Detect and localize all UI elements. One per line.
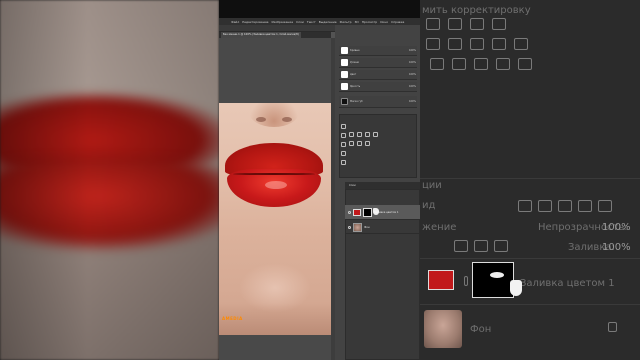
mouse-cursor-icon: [373, 208, 379, 215]
color-balance-icon: [470, 38, 484, 50]
menu-item[interactable]: Редактирование: [242, 20, 268, 24]
menu-item[interactable]: Текст: [307, 20, 316, 24]
layer-row-fill[interactable]: Заливка цветом 1: [345, 205, 420, 220]
blurred-background-right: мить корректировку ции ид жение Непрозра…: [420, 0, 640, 360]
menu-item[interactable]: Просмотр: [362, 20, 377, 24]
tool-icon[interactable]: [373, 132, 378, 137]
menu-item[interactable]: Файл: [231, 20, 239, 24]
posterize-icon: [452, 58, 466, 70]
tool-icon[interactable]: [357, 132, 362, 137]
tool-icon[interactable]: [357, 141, 362, 146]
menu-item[interactable]: Выделение: [319, 20, 337, 24]
menu-item[interactable]: Окно: [380, 20, 388, 24]
fill-layer-name[interactable]: Заливка цветом 1: [520, 278, 615, 289]
brightness-icon: [426, 18, 440, 30]
levels-icon: [448, 18, 462, 30]
top-black-bar: [219, 0, 420, 18]
adjustment-row[interactable]: Уровни 100%: [339, 58, 417, 68]
adjustment-icon: [341, 59, 348, 66]
adjustment-row[interactable]: Кривые 100%: [339, 46, 417, 56]
layer-mask-thumbnail[interactable]: [472, 262, 514, 298]
selective-color-icon: [496, 58, 510, 70]
adjustment-row[interactable]: Яркость 100%: [339, 82, 417, 92]
photo-filter-icon: [514, 38, 528, 50]
adjustment-row[interactable]: Маска губ 100%: [339, 96, 417, 108]
hue-icon: [448, 38, 462, 50]
pixel-filter-icon[interactable]: [518, 200, 532, 212]
adjust-filter-icon[interactable]: [538, 200, 552, 212]
layer-row-background[interactable]: Фон: [345, 221, 420, 234]
tool-icon[interactable]: [365, 141, 370, 146]
fill-value[interactable]: 100%: [602, 242, 631, 253]
opacity-value[interactable]: 100%: [602, 222, 631, 233]
background-layer-thumbnail[interactable]: [424, 310, 462, 348]
fill-color-thumbnail[interactable]: [353, 208, 361, 216]
menu-item[interactable]: Слои: [296, 20, 304, 24]
tool-icon[interactable]: [349, 132, 354, 137]
tool-icon[interactable]: [341, 142, 346, 147]
menu-item[interactable]: Фильтр: [340, 20, 352, 24]
lock-pixels-icon[interactable]: [454, 240, 468, 252]
photo-canvas[interactable]: AMEDIA: [219, 103, 331, 335]
lock-artboard-icon[interactable]: [494, 240, 508, 252]
adjustment-icon: [341, 71, 348, 78]
properties-panel: [339, 114, 417, 178]
eye-icon[interactable]: [348, 210, 351, 214]
layers-panel-title[interactable]: Слои: [345, 182, 420, 189]
adjustment-icon: [341, 47, 348, 54]
menu-item[interactable]: Изображение: [271, 20, 293, 24]
tool-icon[interactable]: [341, 151, 346, 156]
tool-icon[interactable]: [341, 124, 346, 129]
vibrance-icon: [426, 38, 440, 50]
tool-icon[interactable]: [349, 141, 354, 146]
smart-filter-icon[interactable]: [598, 200, 612, 212]
invert-icon: [430, 58, 444, 70]
nose: [249, 103, 299, 127]
adjustment-row[interactable]: Цвет 100%: [339, 70, 417, 80]
threshold-icon: [474, 58, 488, 70]
hand-cursor-icon: [510, 280, 522, 296]
lips-mask-shape: [490, 272, 504, 278]
blend-mode[interactable]: жение: [422, 222, 456, 233]
adjustment-icon: [341, 98, 348, 105]
mask-thumbnail[interactable]: [363, 207, 372, 217]
lock-position-icon[interactable]: [474, 240, 488, 252]
shape-filter-icon[interactable]: [578, 200, 592, 212]
background-layer-name[interactable]: Фон: [470, 324, 491, 335]
tool-icon[interactable]: [341, 160, 346, 165]
bw-icon: [492, 38, 506, 50]
type-filter-icon[interactable]: [558, 200, 572, 212]
adjustments-heading: мить корректировку: [422, 5, 531, 16]
watermark: AMEDIA: [222, 316, 243, 321]
menu-item[interactable]: 3D: [355, 20, 359, 24]
lock-icon: [608, 322, 617, 332]
fill-color-swatch[interactable]: [428, 270, 454, 290]
curves-icon: [470, 18, 484, 30]
exposure-icon: [492, 18, 506, 30]
vignette: [0, 0, 219, 360]
link-icon: [464, 276, 468, 286]
gradient-map-icon: [518, 58, 532, 70]
tool-icon[interactable]: [365, 132, 370, 137]
screen: мить корректировку ции ид жение Непрозра…: [0, 0, 640, 360]
adjustment-icon: [341, 83, 348, 90]
menu-bar: Файл Редактирование Изображение Слои Тек…: [219, 18, 420, 25]
blurred-background-left: [0, 0, 219, 360]
filter-kind: ид: [422, 200, 436, 211]
tool-icon[interactable]: [341, 133, 346, 138]
menu-item[interactable]: Справка: [391, 20, 404, 24]
eye-icon[interactable]: [348, 225, 351, 229]
background-thumbnail[interactable]: [353, 222, 362, 232]
